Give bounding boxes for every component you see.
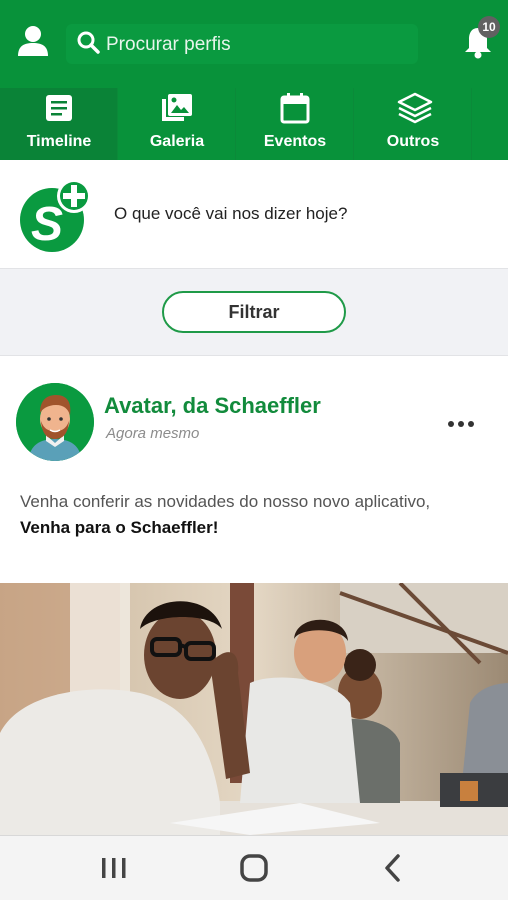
svg-text:S: S (31, 198, 63, 251)
tab-eventos[interactable]: Eventos (236, 88, 354, 160)
article-icon (43, 92, 75, 124)
app-header: 10 Timeline (0, 0, 508, 160)
more-options-icon[interactable] (444, 409, 478, 439)
recent-apps-icon[interactable] (94, 850, 134, 886)
post-timestamp: Agora mesmo (106, 425, 200, 442)
home-icon[interactable] (234, 850, 274, 886)
tab-label: Timeline (26, 133, 92, 150)
tab-label: Outros (386, 133, 440, 150)
profile-icon[interactable] (16, 24, 50, 58)
notification-count-badge: 10 (478, 16, 500, 38)
filter-button[interactable]: Filtrar (162, 291, 346, 333)
tab-outros[interactable]: Outros (354, 88, 472, 160)
search-bar[interactable] (66, 24, 418, 64)
timeline-post: Avatar, da Schaeffler Agora mesmo Venha … (0, 357, 508, 835)
tab-label: Galeria (149, 133, 205, 150)
layers-icon (397, 92, 433, 124)
post-body: Venha conferir as novidades do nosso nov… (20, 489, 490, 541)
tab-timeline[interactable]: Timeline (0, 88, 118, 160)
post-text: Venha conferir as novidades do nosso nov… (20, 492, 431, 511)
filter-section: Filtrar (0, 268, 508, 356)
post-text-bold: Venha para o Schaeffler! (20, 518, 219, 537)
avatar[interactable] (16, 383, 94, 461)
tab-galeria[interactable]: Galeria (118, 88, 236, 160)
gallery-icon (161, 92, 193, 124)
post-composer[interactable]: S O que você vai nos dizer hoje? (0, 160, 508, 268)
search-icon (76, 30, 102, 56)
tab-label: Eventos (263, 133, 327, 150)
main-tabs: Timeline Galeria Eventos Outros (0, 88, 508, 160)
search-input[interactable] (106, 32, 406, 58)
post-image[interactable] (0, 583, 508, 835)
post-author[interactable]: Avatar, da Schaeffler (104, 393, 321, 419)
system-navigation-bar (0, 835, 508, 900)
composer-prompt[interactable]: O que você vai nos dizer hoje? (114, 204, 347, 224)
top-bar: 10 (0, 0, 508, 88)
company-logo: S (18, 176, 92, 254)
back-icon[interactable] (374, 850, 414, 886)
calendar-icon (279, 92, 311, 124)
